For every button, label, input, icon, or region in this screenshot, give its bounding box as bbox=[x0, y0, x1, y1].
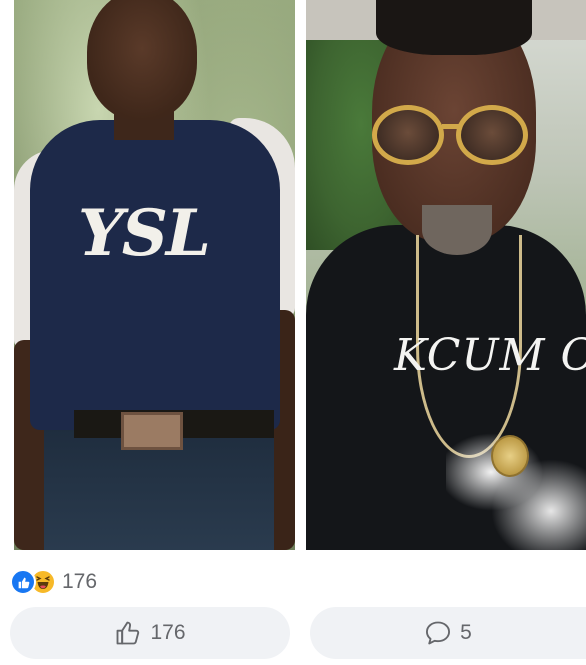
post-photos: YSL KCUM CLUB bbox=[0, 0, 586, 552]
like-button[interactable]: 176 bbox=[10, 607, 290, 659]
reactions-summary[interactable]: 176 bbox=[10, 568, 97, 596]
head bbox=[87, 0, 197, 120]
shirt-logo-text: YSL bbox=[78, 196, 211, 271]
shirt bbox=[30, 120, 280, 430]
like-count: 176 bbox=[150, 621, 186, 644]
comment-icon bbox=[424, 619, 452, 647]
comment-count: 5 bbox=[460, 621, 472, 644]
belt-buckle bbox=[121, 412, 183, 450]
sunglasses-lens bbox=[372, 105, 444, 165]
reactions-count: 176 bbox=[62, 570, 98, 593]
necklace-pendant bbox=[491, 435, 529, 477]
hair bbox=[376, 0, 532, 55]
sunglasses-bridge bbox=[442, 124, 460, 129]
thumbs-up-icon bbox=[114, 619, 142, 647]
right-photo[interactable]: KCUM CLUB bbox=[306, 0, 586, 550]
like-icon bbox=[10, 569, 36, 595]
shirt-logo-text: KCUM CLUB bbox=[394, 330, 586, 381]
left-photo[interactable]: YSL bbox=[14, 0, 295, 550]
comment-button[interactable]: 5 bbox=[310, 607, 586, 659]
sunglasses-lens bbox=[456, 105, 528, 165]
